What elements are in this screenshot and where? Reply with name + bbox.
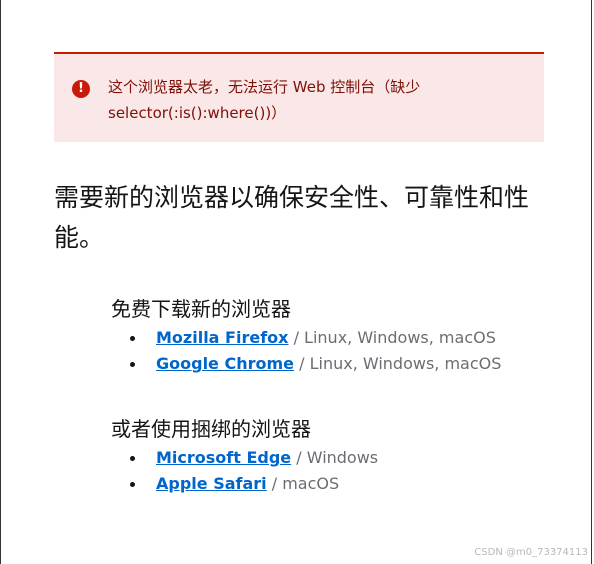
watermark: CSDN @m0_73374113 bbox=[474, 547, 588, 558]
alert-message: 这个浏览器太老，无法运行 Web 控制台（缺少 selector(:is():w… bbox=[108, 78, 421, 122]
list-item: Mozilla Firefox / Linux, Windows, macOS bbox=[130, 325, 501, 351]
platforms-text: Linux, Windows, macOS bbox=[304, 328, 496, 347]
bundled-browser-list: Microsoft Edge / Windows Apple Safari / … bbox=[130, 445, 379, 497]
section-title-bundled: 或者使用捆绑的浏览器 bbox=[111, 417, 311, 441]
separator: / bbox=[266, 474, 283, 493]
bullet-icon bbox=[130, 482, 135, 487]
separator: / bbox=[291, 448, 307, 467]
free-browser-list: Mozilla Firefox / Linux, Windows, macOS … bbox=[130, 325, 502, 377]
platforms-text: Windows bbox=[306, 448, 379, 467]
section-title-free-download: 免费下载新的浏览器 bbox=[111, 297, 291, 321]
browser-too-old-alert: ! 这个浏览器太老，无法运行 Web 控制台（缺少 selector(:is()… bbox=[54, 52, 544, 142]
page-heading: 需要新的浏览器以确保安全性、可靠性和性能。 bbox=[54, 183, 530, 252]
safari-link[interactable]: Apple Safari bbox=[156, 474, 267, 493]
platforms-text: macOS bbox=[282, 474, 340, 493]
bullet-icon bbox=[130, 456, 135, 461]
chrome-link[interactable]: Google Chrome bbox=[156, 354, 294, 373]
firefox-link[interactable]: Mozilla Firefox bbox=[156, 328, 288, 347]
bullet-icon bbox=[130, 362, 135, 367]
platforms-text: Linux, Windows, macOS bbox=[309, 354, 502, 373]
list-item: Google Chrome / Linux, Windows, macOS bbox=[130, 351, 502, 377]
list-item: Apple Safari / macOS bbox=[130, 471, 378, 497]
bullet-icon bbox=[130, 336, 135, 341]
edge-link[interactable]: Microsoft Edge bbox=[156, 448, 291, 467]
separator: / bbox=[294, 354, 310, 373]
exclamation-circle-icon: ! bbox=[72, 80, 90, 98]
separator: / bbox=[288, 328, 305, 347]
list-item: Microsoft Edge / Windows bbox=[130, 445, 379, 471]
